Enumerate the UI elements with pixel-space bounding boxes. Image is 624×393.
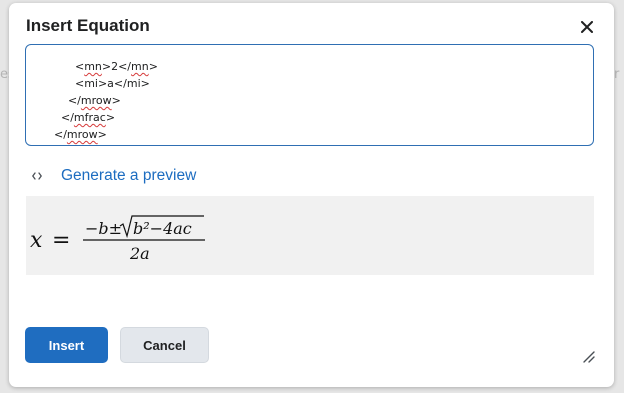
resize-handle-icon[interactable] (581, 349, 595, 363)
insert-button[interactable]: Insert (25, 327, 108, 363)
rendered-equation: x = −b± b²−4ac 2a (30, 215, 205, 263)
mathml-editor[interactable]: <mn>2</mn> <mi>a</mi> </mrow> </mfrac> <… (25, 44, 594, 146)
dialog-header: Insert Equation (9, 3, 614, 45)
equation-preview: x = −b± b²−4ac 2a (26, 196, 594, 275)
generate-preview-label: Generate a preview (61, 167, 197, 184)
code-line: </math> (26, 131, 99, 146)
numerator-prefix: −b± (85, 219, 122, 238)
close-icon (581, 21, 593, 33)
text-caret (98, 145, 99, 146)
background-fragment: r (614, 67, 620, 82)
denominator: 2a (129, 244, 150, 263)
generate-preview-link[interactable]: Generate a preview (30, 166, 196, 186)
radicand: b²−4ac (133, 219, 192, 238)
code-icon (30, 169, 44, 183)
insert-equation-dialog: Insert Equation <mn>2</mn> <mi>a</mi> </… (9, 3, 614, 387)
equation-variable: x (30, 228, 43, 253)
close-button[interactable] (577, 17, 597, 37)
dialog-title: Insert Equation (26, 16, 150, 35)
cancel-button[interactable]: Cancel (120, 327, 209, 363)
equation-equals: = (52, 228, 70, 253)
